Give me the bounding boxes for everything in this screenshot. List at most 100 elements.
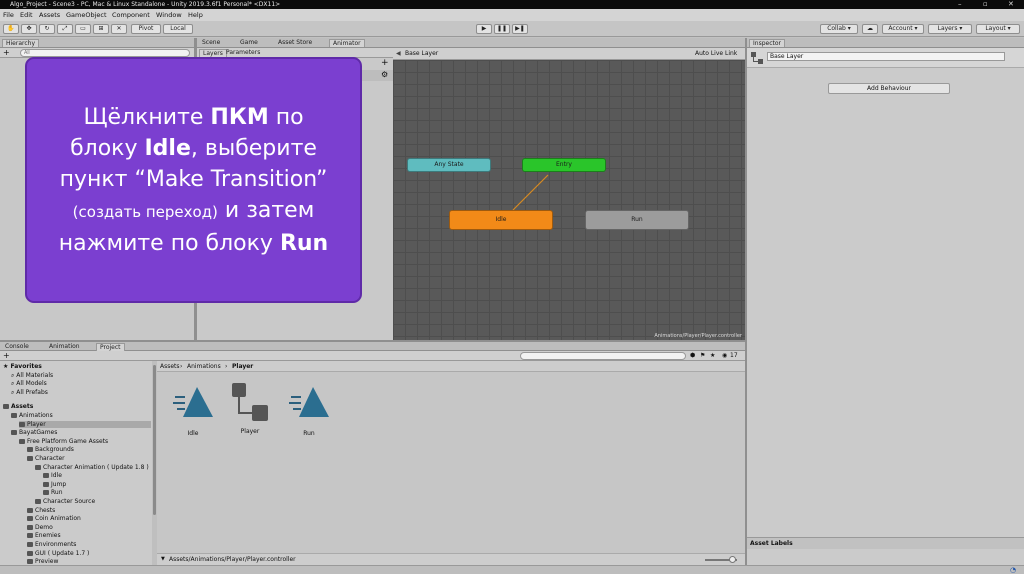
tab-hierarchy[interactable]: Hierarchy <box>2 39 40 47</box>
project-tree: ★ Favorites ⌕ All Materials ⌕ All Models ⌕ … <box>0 361 152 565</box>
project-create-plus-icon[interactable]: + <box>3 351 10 360</box>
breadcrumb-player[interactable]: Player <box>232 363 253 370</box>
state-any-state[interactable]: Any State <box>407 158 491 172</box>
layout-dropdown[interactable]: Layout ▾ <box>976 24 1020 34</box>
menu-assets[interactable]: Assets <box>39 11 60 19</box>
tree-item[interactable]: Jump <box>43 481 66 488</box>
tree-item[interactable]: GUI ( Update 1.7 ) <box>27 550 89 557</box>
hand-tool-icon[interactable]: ✋ <box>3 24 19 34</box>
layers-dropdown[interactable]: Layers ▾ <box>928 24 972 34</box>
collab-button[interactable]: Collab ▾ <box>820 24 858 34</box>
tree-item[interactable]: Enemies <box>27 532 61 539</box>
transform-tool-icon[interactable]: ⊞ <box>93 24 109 34</box>
tree-item[interactable]: Character Source <box>35 498 95 505</box>
tree-scroll-thumb[interactable] <box>153 365 156 515</box>
close-icon[interactable]: ✕ <box>1008 0 1014 8</box>
state-run[interactable]: Run <box>585 210 689 230</box>
folder-icon <box>27 524 33 530</box>
asset-run-label: Run <box>303 430 315 437</box>
tree-item[interactable]: Idle <box>43 472 62 479</box>
menu-file[interactable]: File <box>3 11 14 19</box>
asset-labels-bar: Asset Labels <box>747 537 1024 549</box>
rotate-tool-icon[interactable]: ↻ <box>39 24 55 34</box>
favorite-item-label: All Prefabs <box>16 388 48 396</box>
tab-scene[interactable]: Scene <box>199 39 223 47</box>
tree-item[interactable]: Character <box>27 455 65 462</box>
filter-type-icon[interactable]: ⬢ <box>690 352 695 359</box>
tree-item[interactable]: Animations <box>11 412 53 419</box>
maximize-icon[interactable]: ▫ <box>983 0 988 8</box>
tab-scene-label: Scene <box>202 39 221 46</box>
scale-tool-icon[interactable]: ⤢ <box>57 24 73 34</box>
add-layer-plus-icon[interactable]: + <box>381 58 389 68</box>
breadcrumb-base-layer[interactable]: Base Layer <box>405 50 438 57</box>
rect-tool-icon[interactable]: ▭ <box>75 24 91 34</box>
tab-animation[interactable]: Animation <box>46 343 83 351</box>
minimize-icon[interactable]: – <box>958 0 962 8</box>
asset-player[interactable]: Player <box>228 381 272 443</box>
local-toggle[interactable]: Local <box>163 24 193 34</box>
auto-live-link-toggle[interactable]: Auto Live Link <box>695 50 737 57</box>
custom-tool-icon[interactable]: ✕ <box>111 24 127 34</box>
folder-icon <box>11 413 17 418</box>
tree-item[interactable]: Coin Animation <box>27 515 81 522</box>
breadcrumb-animations[interactable]: Animations <box>187 363 221 370</box>
tree-item[interactable]: BayatGames <box>11 429 57 436</box>
animator-breadcrumb-bar: ◀ Base Layer Auto Live Link <box>393 48 745 60</box>
tree-item[interactable]: Environments <box>27 541 76 548</box>
move-tool-icon[interactable]: ✥ <box>21 24 37 34</box>
menu-edit[interactable]: Edit <box>20 11 33 19</box>
animator-graph[interactable]: Any State Entry Idle Run Animations/Play… <box>393 60 745 340</box>
favorite-item-label: All Models <box>16 380 47 388</box>
tree-item[interactable]: Free Platform Game Assets <box>19 438 108 445</box>
favorite-item[interactable]: ⌕ All Prefabs <box>11 389 48 397</box>
account-dropdown[interactable]: Account ▾ <box>882 24 924 34</box>
tab-console[interactable]: Console <box>2 343 32 351</box>
play-button[interactable]: ▶ <box>476 24 492 34</box>
tree-item[interactable]: Assets <box>3 403 33 410</box>
menu-component[interactable]: Component <box>112 11 150 19</box>
cloud-icon[interactable]: ☁ <box>862 24 878 34</box>
asset-run[interactable]: Run <box>287 383 331 443</box>
breadcrumb-assets[interactable]: Assets <box>160 363 180 370</box>
pivot-toggle[interactable]: Pivot <box>131 24 161 34</box>
state-idle[interactable]: Idle <box>449 210 553 230</box>
layer-gear-icon[interactable]: ⚙ <box>381 70 388 79</box>
favorites-header[interactable]: ★ Favorites <box>3 363 42 370</box>
asset-idle[interactable]: Idle <box>171 383 215 443</box>
tree-item[interactable]: Character Animation ( Update 1.8 ) <box>35 464 149 471</box>
hierarchy-search-input[interactable] <box>20 49 190 57</box>
layer-name-field[interactable]: Base Layer <box>767 52 1005 61</box>
tree-item[interactable]: Chests <box>27 507 55 514</box>
tab-animator[interactable]: Animator <box>329 39 365 47</box>
project-search-input[interactable] <box>520 352 686 360</box>
tab-animator-label: Animator <box>333 40 361 47</box>
tab-asset-store[interactable]: Asset Store <box>275 39 315 47</box>
tab-parameters[interactable]: Parameters <box>223 49 263 57</box>
filter-label-icon[interactable]: ⚑ <box>700 352 705 359</box>
tab-game[interactable]: Game <box>237 39 261 47</box>
create-plus-icon[interactable]: + <box>3 48 10 57</box>
menu-window[interactable]: Window <box>156 11 182 19</box>
center-tabbar: Scene Game Asset Store Animator <box>197 38 745 48</box>
state-entry[interactable]: Entry <box>522 158 606 172</box>
step-button[interactable]: ▶❚ <box>512 24 528 34</box>
tab-inspector[interactable]: Inspector <box>749 39 785 47</box>
tree-item[interactable]: Player <box>19 420 151 428</box>
pause-button[interactable]: ❚❚ <box>494 24 510 34</box>
menu-gameobject[interactable]: GameObject <box>66 11 107 19</box>
add-behaviour-button[interactable]: Add Behaviour <box>828 83 950 94</box>
tree-item[interactable]: Backgrounds <box>27 446 74 453</box>
tab-project[interactable]: Project <box>96 343 125 351</box>
icon-size-slider-handle[interactable] <box>729 556 736 563</box>
tree-item[interactable]: Run <box>43 489 63 496</box>
tree-item-label: Coin Animation <box>35 515 81 523</box>
tree-item[interactable]: Demo <box>27 524 53 531</box>
favorite-item[interactable]: ⌕ All Materials <box>11 372 53 380</box>
menu-help[interactable]: Help <box>188 11 203 19</box>
favorite-item[interactable]: ⌕ All Models <box>11 380 47 388</box>
search-icon: ⌕ <box>11 371 15 379</box>
favorite-star-icon[interactable]: ★ <box>710 352 715 359</box>
transition-arrows <box>512 174 549 211</box>
window-title: Algo_Project - Scene3 - PC, Mac & Linux … <box>10 1 281 8</box>
